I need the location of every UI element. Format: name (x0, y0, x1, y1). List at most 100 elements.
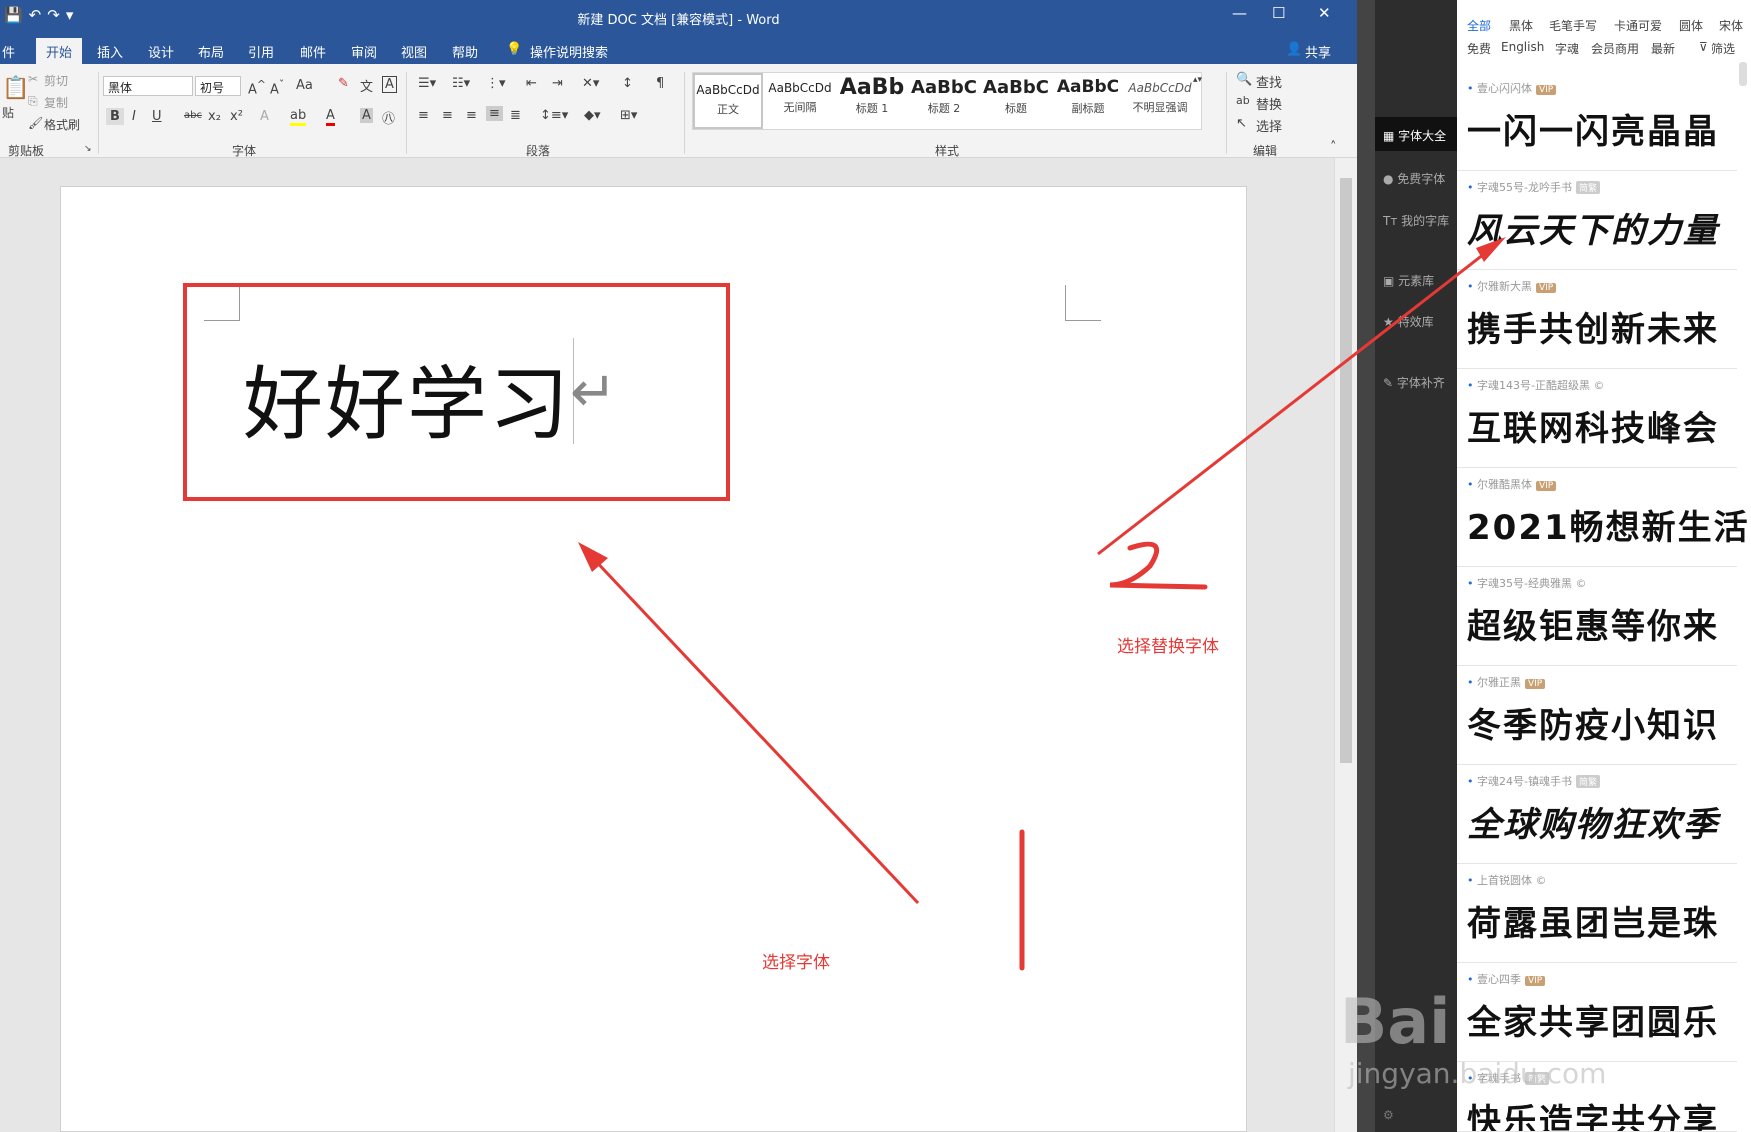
change-case-button[interactable]: Aa (296, 78, 313, 93)
tab-file[interactable]: 件 (2, 42, 15, 61)
select-button[interactable]: 选择 (1256, 116, 1282, 135)
sidebar-item-all-fonts[interactable]: ▦ 字体大全 (1375, 117, 1457, 151)
tab-layout[interactable]: 布局 (198, 42, 224, 61)
tab-insert[interactable]: 插入 (97, 42, 123, 61)
sidebar-item-effects[interactable]: ★ 特效库 (1375, 303, 1457, 337)
panel-scrollbar[interactable] (1739, 62, 1747, 86)
share-button[interactable]: 共享 (1305, 42, 1331, 61)
scrollbar-thumb[interactable] (1340, 178, 1352, 763)
distributed-icon[interactable]: ≣ (510, 108, 521, 123)
style-heading-1[interactable]: AaBb 标题 1 (837, 73, 907, 129)
align-center-icon[interactable]: ≡ (442, 108, 453, 123)
font-color-icon[interactable]: A (326, 108, 335, 126)
text-effects-icon[interactable]: A (260, 109, 269, 124)
justify-icon[interactable]: ≡ (486, 106, 503, 121)
subscript-icon[interactable]: x₂ (208, 109, 221, 124)
find-button[interactable]: 查找 (1256, 72, 1282, 91)
style-title[interactable]: AaBbC 标题 (981, 73, 1051, 129)
sort-icon[interactable]: ↕ (622, 76, 633, 91)
font-item[interactable]: • 上首锐圆体 © 荷露虽团岂是珠 (1457, 864, 1737, 963)
filter-cartoon[interactable]: 卡通可爱 (1614, 17, 1662, 34)
filter-button[interactable]: 筛选 (1711, 40, 1735, 57)
tell-me-search[interactable]: 操作说明搜索 (530, 42, 608, 61)
clear-format-icon[interactable]: ✎ (338, 76, 349, 91)
shading-icon[interactable]: ◆▾ (584, 108, 601, 123)
style-subtle-emphasis[interactable]: AaBbCcDd 不明显强调 (1125, 73, 1195, 129)
tab-help[interactable]: 帮助 (452, 42, 478, 61)
dialog-launcher-icon[interactable]: ↘ (84, 144, 92, 154)
replace-button[interactable]: 替换 (1256, 94, 1282, 113)
chinese-layout-icon[interactable]: ✕▾ (582, 76, 599, 91)
font-item[interactable]: • 字魂24号-镇魂手书 简繁 全球购物狂欢季 (1457, 765, 1737, 864)
bullets-icon[interactable]: ☰▾ (418, 76, 436, 91)
italic-icon[interactable]: I (132, 109, 136, 124)
increase-indent-icon[interactable]: ⇥ (552, 76, 563, 91)
filter-commercial[interactable]: 会员商用 (1591, 40, 1639, 57)
font-size-combo[interactable]: 初号 (195, 76, 241, 96)
filter-all[interactable]: 全部 (1467, 17, 1491, 34)
maximize-button[interactable]: ☐ (1272, 4, 1285, 22)
font-item[interactable]: • 尔雅正黑 VIP 冬季防疫小知识 (1457, 666, 1737, 765)
filter-brush[interactable]: 毛笔手写 (1549, 17, 1597, 34)
font-item[interactable]: • 字魂35号-经典雅黑 © 超级钜惠等你来 (1457, 567, 1737, 666)
collapse-ribbon-icon[interactable]: ˄ (1330, 140, 1337, 155)
align-right-icon[interactable]: ≡ (466, 108, 477, 123)
line-spacing-icon[interactable]: ↕≡▾ (540, 108, 568, 123)
filter-song[interactable]: 宋体 (1719, 17, 1743, 34)
filter-free[interactable]: 免费 (1467, 40, 1491, 57)
filter-newest[interactable]: 最新 (1651, 40, 1675, 57)
borders-icon[interactable]: ⊞▾ (620, 108, 637, 123)
bold-icon[interactable]: B (106, 108, 124, 125)
gallery-scroll-icon[interactable]: ▴▾ (1193, 75, 1202, 85)
style-no-spacing[interactable]: AaBbCcDd 无间隔 (765, 73, 835, 129)
tab-view[interactable]: 视图 (401, 42, 427, 61)
font-item[interactable]: • 字魂143号-正酷超级黑 © 互联网科技峰会 (1457, 369, 1737, 468)
filter-round[interactable]: 圆体 (1679, 17, 1703, 34)
strikethrough-icon[interactable]: abc (184, 110, 202, 121)
decrease-indent-icon[interactable]: ⇤ (526, 76, 537, 91)
style-normal[interactable]: AaBbCcDd 正文 (693, 73, 763, 129)
shrink-font-icon[interactable]: Aˇ (270, 78, 284, 97)
filter-icon[interactable]: ⊽ (1699, 40, 1708, 54)
superscript-icon[interactable]: x² (230, 109, 243, 124)
font-item[interactable]: • 壹心闪闪体 VIP 一闪一闪亮晶晶 (1457, 72, 1737, 171)
show-marks-icon[interactable]: ¶ (656, 76, 664, 91)
cut-button[interactable]: 剪切 (44, 72, 68, 89)
format-painter-button[interactable]: 格式刷 (44, 116, 80, 133)
font-name-combo[interactable]: 黑体 (103, 76, 193, 96)
paste-icon[interactable]: 📋 (2, 76, 29, 101)
filter-english[interactable]: English (1501, 40, 1544, 54)
filter-hei[interactable]: 黑体 (1509, 17, 1533, 34)
numbering-icon[interactable]: ☷▾ (452, 76, 470, 91)
tab-design[interactable]: 设计 (148, 42, 174, 61)
font-item[interactable]: • 尔雅新大黑 VIP 携手共创新未来 (1457, 270, 1737, 369)
paste-button[interactable]: 贴 (2, 104, 14, 121)
multilevel-list-icon[interactable]: ⋮▾ (486, 76, 506, 91)
close-button[interactable]: ✕ (1318, 4, 1331, 22)
underline-icon[interactable]: U (152, 109, 162, 124)
font-item[interactable]: • 壹心四季 VIP 全家共享团圆乐 (1457, 963, 1737, 1062)
tab-home[interactable]: 开始 (36, 38, 83, 64)
settings-gear-icon[interactable]: ⚙ (1375, 1098, 1457, 1132)
font-item[interactable]: • 字魂55号-龙吟手书 简繁 风云天下的力量 (1457, 171, 1737, 270)
enclose-char-icon[interactable]: ㊇ (382, 108, 395, 127)
highlight-icon[interactable]: ab (290, 108, 307, 126)
copy-button[interactable]: 复制 (44, 94, 68, 111)
align-left-icon[interactable]: ≡ (418, 108, 429, 123)
char-shading-icon[interactable]: A (360, 108, 373, 123)
sidebar-item-my-fonts[interactable]: Tт 我的字库 (1375, 202, 1457, 236)
sidebar-item-free-fonts[interactable]: ● 免费字体 (1375, 160, 1457, 194)
tab-mailings[interactable]: 邮件 (300, 42, 326, 61)
font-item[interactable]: • 尔雅酷黑体 VIP 2021畅想新生活 (1457, 468, 1748, 567)
minimize-button[interactable]: — (1232, 4, 1247, 22)
phonetic-guide-icon[interactable]: 文 (360, 76, 373, 95)
filter-zihun[interactable]: 字魂 (1555, 40, 1579, 57)
char-border-icon[interactable]: A (382, 76, 397, 93)
tab-references[interactable]: 引用 (248, 42, 274, 61)
sidebar-item-elements[interactable]: ▣ 元素库 (1375, 262, 1457, 296)
style-subtitle[interactable]: AaBbC 副标题 (1053, 73, 1123, 129)
tab-review[interactable]: 审阅 (351, 42, 377, 61)
style-heading-2[interactable]: AaBbC 标题 2 (909, 73, 979, 129)
sidebar-item-font-fill[interactable]: ✎ 字体补齐 (1375, 364, 1457, 398)
grow-font-icon[interactable]: A^ (248, 78, 266, 97)
